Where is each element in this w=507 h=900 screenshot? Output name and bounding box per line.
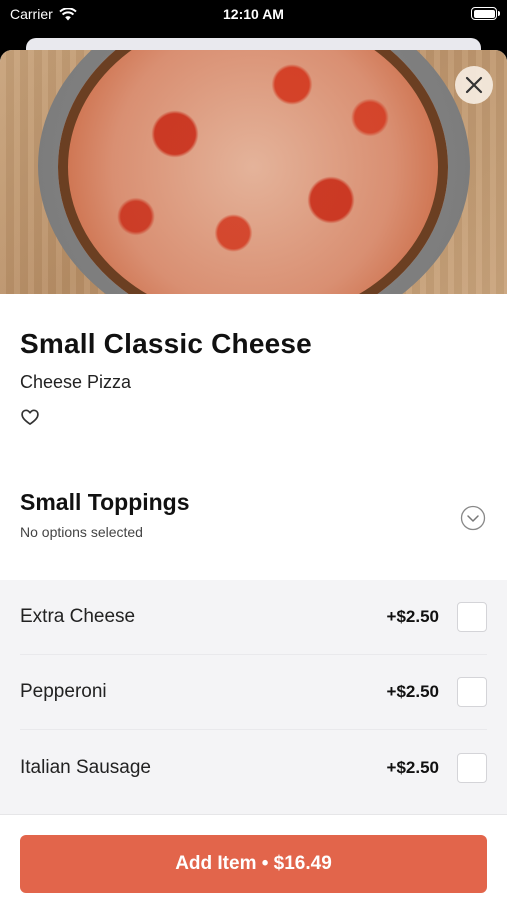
option-price: +$2.50	[386, 682, 439, 701]
item-photo	[0, 50, 507, 294]
item-detail-sheet: Small Classic Cheese Cheese Pizza Small …	[0, 50, 507, 900]
item-title: Small Classic Cheese	[20, 328, 312, 359]
chevron-down-icon[interactable]	[460, 505, 486, 531]
option-name: Italian Sausage	[20, 756, 151, 778]
option-row-pepperoni[interactable]: Pepperoni +$2.50	[20, 655, 487, 730]
clock: 12:10 AM	[223, 6, 284, 22]
option-row-extra-cheese[interactable]: Extra Cheese +$2.50	[20, 580, 487, 655]
close-button[interactable]	[455, 66, 493, 104]
option-price: +$2.50	[386, 607, 439, 626]
option-checkbox[interactable]	[457, 752, 487, 783]
item-subtitle: Cheese Pizza	[20, 372, 132, 392]
option-row-italian-sausage[interactable]: Italian Sausage +$2.50	[20, 730, 487, 805]
toppings-group-header[interactable]: Small Toppings No options selected	[20, 489, 487, 549]
option-name: Extra Cheese	[20, 606, 136, 627]
toppings-title: Small Toppings	[20, 489, 190, 515]
option-name: Pepperoni	[20, 681, 107, 702]
status-bar: Carrier 12:10 AM	[0, 0, 507, 30]
option-price: +$2.50	[386, 757, 439, 777]
toppings-status: No options selected	[20, 524, 143, 540]
close-icon	[465, 76, 483, 94]
battery-icon	[471, 7, 500, 20]
heart-icon[interactable]	[20, 407, 40, 427]
footer-bar: Add Item • $16.49	[0, 814, 507, 900]
option-checkbox[interactable]	[457, 602, 487, 632]
pizza-image	[58, 50, 448, 294]
option-checkbox[interactable]	[457, 677, 487, 707]
add-item-button[interactable]: Add Item • $16.49	[20, 835, 487, 893]
toppings-options-list: Extra Cheese +$2.50 Pepperoni +$2.50 Ita…	[0, 580, 507, 820]
